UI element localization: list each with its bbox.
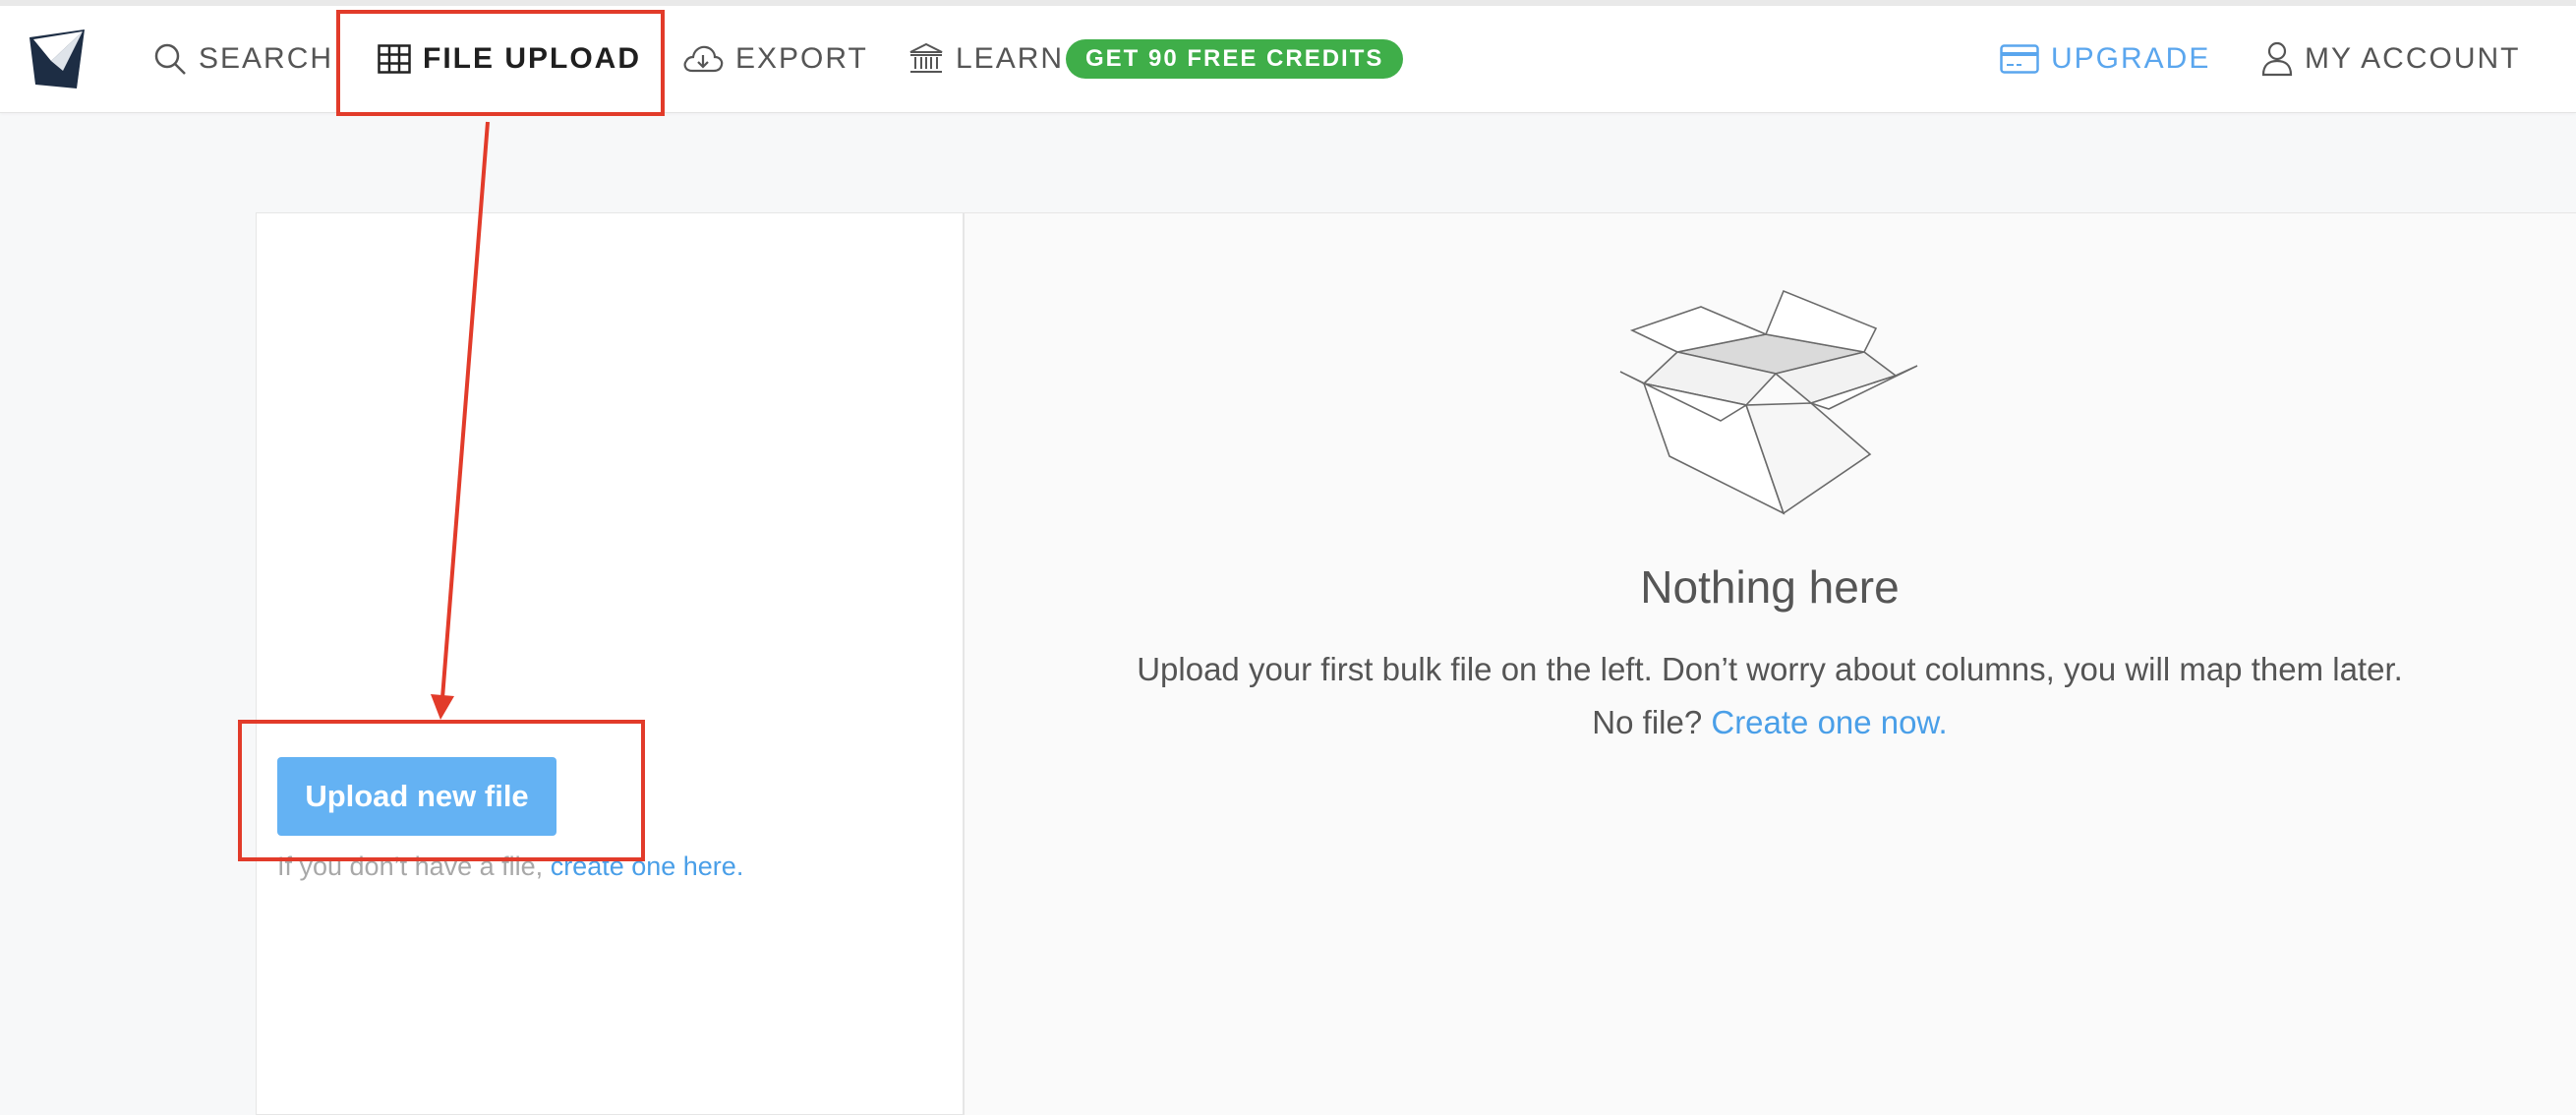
nav-upgrade-label: UPGRADE — [2051, 42, 2211, 75]
nav-account-label: MY ACCOUNT — [2305, 42, 2521, 75]
empty-state-description: Upload your first bulk file on the left.… — [964, 643, 2576, 749]
logo-icon[interactable] — [28, 28, 88, 92]
empty-state-prompt: No file? — [1592, 704, 1712, 740]
nav-upgrade[interactable]: UPGRADE — [2000, 6, 2210, 112]
search-icon — [153, 42, 187, 76]
upload-panel — [256, 212, 964, 1115]
cloud-download-icon — [682, 43, 724, 75]
annotation-box-upload-button — [238, 720, 645, 861]
nav-learn-label: LEARN — [956, 42, 1065, 75]
nav-learn[interactable]: LEARN — [908, 6, 1064, 112]
empty-state-text: Upload your first bulk file on the left.… — [1137, 651, 2403, 687]
nav-export-label: EXPORT — [735, 42, 868, 75]
free-credits-badge[interactable]: GET 90 FREE CREDITS — [1066, 39, 1404, 79]
empty-state-prompt-line: No file? Create one now. — [964, 696, 2576, 749]
nav-search-label: SEARCH — [199, 42, 334, 75]
create-one-now-link[interactable]: Create one now. — [1711, 704, 1947, 740]
nav-file-upload-label: FILE UPLOAD — [423, 42, 641, 75]
user-icon — [2261, 41, 2293, 77]
credit-card-icon — [2000, 44, 2039, 74]
bank-icon — [908, 42, 944, 76]
open-box-icon — [1619, 289, 1918, 515]
nav-my-account[interactable]: MY ACCOUNT — [2261, 6, 2520, 112]
nav-search[interactable]: SEARCH — [153, 6, 333, 112]
nav-export[interactable]: EXPORT — [682, 6, 868, 112]
empty-state-title: Nothing here — [1640, 561, 1900, 613]
